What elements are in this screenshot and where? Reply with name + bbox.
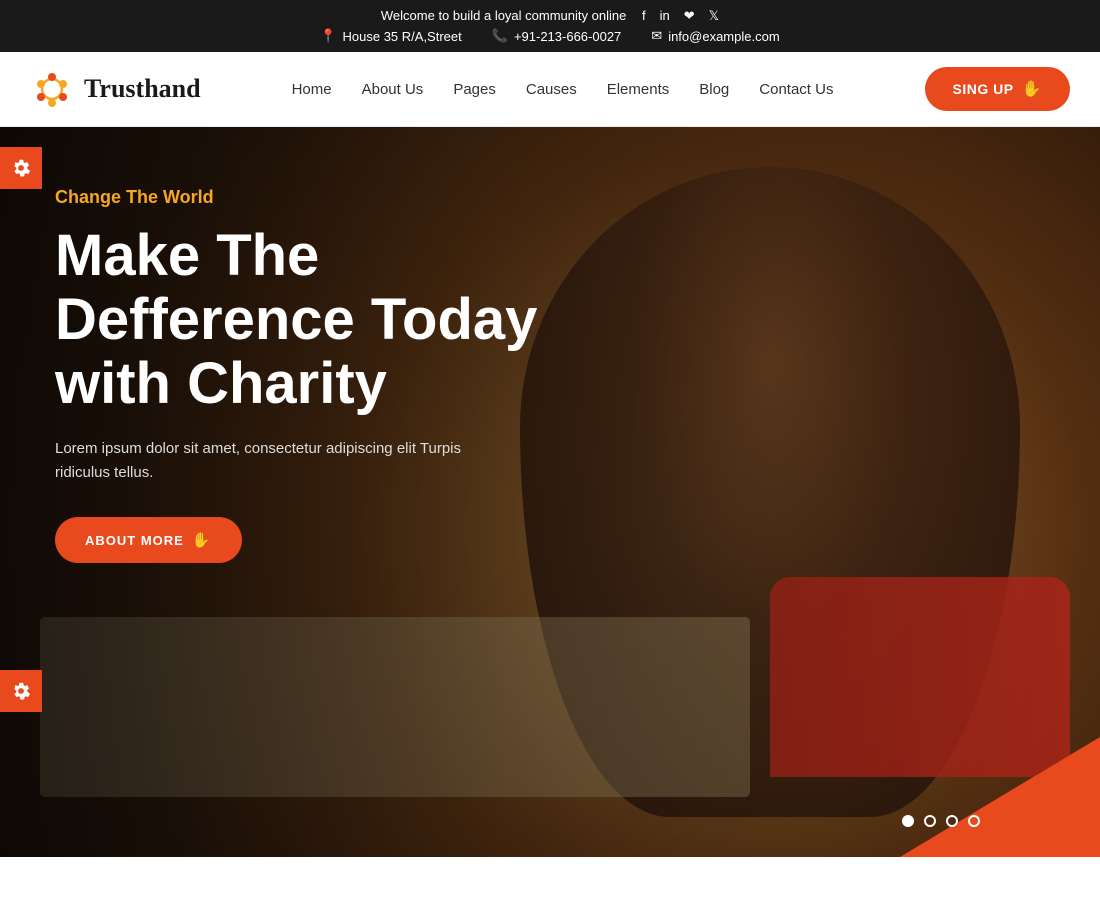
pinterest-icon[interactable]: ❤ (684, 8, 695, 24)
email-item: ✉ info@example.com (651, 28, 779, 44)
phone-icon: 📞 (492, 28, 508, 44)
slider-dot-2[interactable] (924, 815, 936, 827)
nav-causes[interactable]: Causes (526, 81, 577, 98)
facebook-icon[interactable]: f (642, 8, 646, 24)
hero-content: Change The World Make The Defference Tod… (55, 187, 550, 563)
logo-icon (30, 67, 74, 111)
about-more-button[interactable]: ABOUT MORE ✋ (55, 517, 242, 563)
top-bar: Welcome to build a loyal community onlin… (0, 0, 1100, 52)
linkedin-icon[interactable]: in (660, 8, 670, 24)
nav-elements[interactable]: Elements (607, 81, 670, 98)
gear-icon-top (11, 158, 31, 178)
contact-info: 📍 House 35 R/A,Street 📞 +91-213-666-0027… (20, 28, 1080, 44)
hero-title: Make The Defference Today with Charity (55, 224, 550, 415)
slider-dot-3[interactable] (946, 815, 958, 827)
nav-pages[interactable]: Pages (453, 81, 496, 98)
slider-dots (902, 815, 980, 827)
slider-dot-1[interactable] (902, 815, 914, 827)
location-icon: 📍 (320, 28, 336, 44)
brand-name: Trusthand (84, 74, 201, 104)
navbar: Trusthand Home About Us Pages Causes Ele… (0, 52, 1100, 127)
address-item: 📍 House 35 R/A,Street (320, 28, 461, 44)
nav-blog[interactable]: Blog (699, 81, 729, 98)
phone-text: +91-213-666-0027 (514, 29, 621, 44)
nav-about[interactable]: About Us (362, 81, 424, 98)
nav-contact[interactable]: Contact Us (759, 81, 833, 98)
nav-home[interactable]: Home (292, 81, 332, 98)
social-icons: f in ❤ 𝕏 (642, 8, 719, 24)
phone-item: 📞 +91-213-666-0027 (492, 28, 622, 44)
logo: Trusthand (30, 67, 201, 111)
email-icon: ✉ (651, 28, 662, 44)
gear-button-bottom[interactable] (0, 670, 42, 712)
gear-button-top[interactable] (0, 147, 42, 189)
hero-description: Lorem ipsum dolor sit amet, consectetur … (55, 437, 475, 485)
twitter-icon[interactable]: 𝕏 (709, 8, 719, 24)
gear-icon-bottom (11, 681, 31, 701)
hero-section: Change The World Make The Defference Tod… (0, 127, 1100, 857)
cta-hand-icon: ✋ (192, 531, 212, 549)
red-triangle-decoration (900, 737, 1100, 857)
signup-button[interactable]: SING UP ✋ (925, 67, 1071, 111)
address-text: House 35 R/A,Street (343, 29, 462, 44)
slider-dot-4[interactable] (968, 815, 980, 827)
email-text: info@example.com (668, 29, 779, 44)
signup-hand-icon: ✋ (1022, 79, 1042, 99)
main-nav: Home About Us Pages Causes Elements Blog… (292, 81, 834, 98)
hero-subtitle: Change The World (55, 187, 550, 208)
top-bar-welcome: Welcome to build a loyal community onlin… (20, 8, 1080, 24)
